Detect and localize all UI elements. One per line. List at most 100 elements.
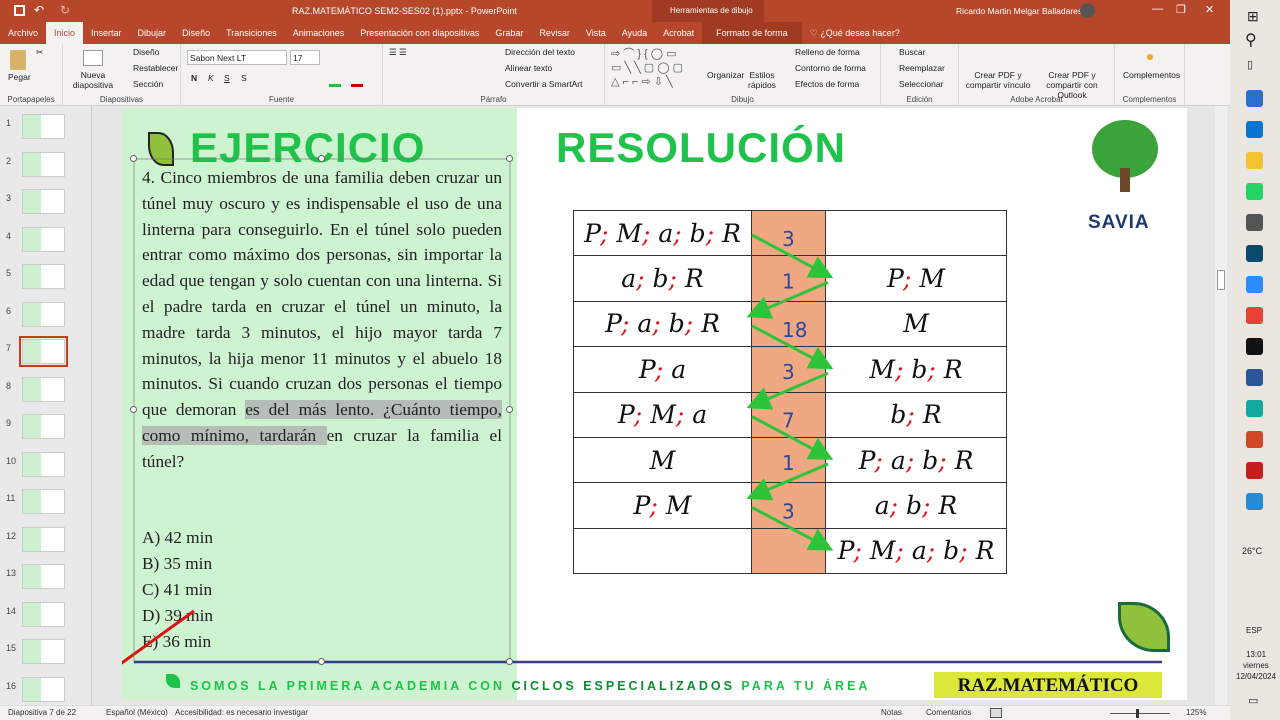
slide-thumbnail[interactable]: [22, 676, 65, 702]
smartart-button[interactable]: Convertir a SmartArt: [505, 79, 582, 89]
restore-icon[interactable]: ❐: [1176, 3, 1186, 16]
tell-me-search[interactable]: ♡ ¿Qué desea hacer?: [802, 22, 908, 44]
vertical-scrollbar[interactable]: [1215, 106, 1227, 705]
text-direction-button[interactable]: Dirección del texto: [505, 47, 575, 57]
normal-view-icon[interactable]: [990, 708, 1002, 718]
shape-fill-button[interactable]: Relleno de forma: [795, 47, 860, 57]
bold-button[interactable]: N: [191, 73, 197, 83]
zoom-slider[interactable]: [1110, 713, 1170, 714]
layout-button[interactable]: Diseño: [133, 47, 159, 57]
close-icon[interactable]: ✕: [1205, 3, 1214, 16]
taskbar-app-icon[interactable]: [1246, 493, 1263, 510]
tab-ayuda[interactable]: Ayuda: [614, 22, 655, 44]
taskbar-app-icon[interactable]: [1246, 245, 1263, 262]
slide-thumbnail[interactable]: [22, 526, 65, 552]
arrange-button[interactable]: Organizar: [707, 70, 744, 80]
taskbar-app-icon[interactable]: [1246, 183, 1263, 200]
tab-inicio[interactable]: Inicio: [46, 22, 84, 44]
save-icon[interactable]: [14, 5, 25, 16]
input-language[interactable]: ESP: [1246, 626, 1262, 635]
zoom-thumb[interactable]: [1136, 709, 1139, 718]
clock-time[interactable]: 13:01: [1246, 650, 1266, 659]
slide-thumbnail[interactable]: [22, 226, 65, 252]
windows-start-icon[interactable]: ⊞: [1247, 8, 1259, 25]
align-text-button[interactable]: Alinear texto: [505, 63, 552, 73]
taskbar-app-icon[interactable]: [1246, 214, 1263, 231]
minimize-icon[interactable]: —: [1152, 3, 1163, 15]
user-name[interactable]: Ricardo Martin Melgar Balladares: [956, 6, 1082, 16]
taskbar-app-icon[interactable]: [1246, 152, 1263, 169]
tab-dibujar[interactable]: Dibujar: [130, 22, 175, 44]
shape-outline-button[interactable]: Contorno de forma: [795, 63, 866, 73]
shapes-gallery[interactable]: ⇨ ⌒ } { ◯ ▭ ▭ ╲ ╲ ▢ ◯ ▢ △ ⌐ ⌐ ⇨ ⇩ ╲: [611, 47, 709, 89]
task-view-icon[interactable]: ▯: [1247, 58, 1253, 71]
tab-revisar[interactable]: Revisar: [531, 22, 578, 44]
italic-button[interactable]: K: [208, 73, 214, 83]
find-button[interactable]: Buscar: [899, 47, 925, 57]
search-icon[interactable]: ⚲: [1245, 30, 1257, 50]
taskbar-app-icon[interactable]: [1246, 121, 1263, 138]
quick-styles-button[interactable]: Estilos rápidos: [745, 70, 779, 90]
reset-button[interactable]: Restablecer: [133, 63, 178, 73]
clock-day[interactable]: viernes: [1243, 661, 1269, 670]
bullets-icon[interactable]: ☰ ☰: [389, 47, 407, 58]
taskbar-app-icon[interactable]: [1246, 307, 1263, 324]
slide-thumbnail[interactable]: [22, 564, 65, 589]
replace-button[interactable]: Reemplazar: [899, 63, 945, 73]
clock-date[interactable]: 12/04/2024: [1236, 672, 1276, 681]
taskbar-app-icon[interactable]: [1246, 369, 1263, 386]
highlight-color-icon[interactable]: [329, 84, 341, 87]
slide-thumbnail[interactable]: [22, 189, 65, 214]
tab-transiciones[interactable]: Transiciones: [218, 22, 285, 44]
slide-thumbnail[interactable]: [22, 114, 65, 139]
comments-button[interactable]: Comentarios: [926, 708, 971, 717]
taskbar-app-icon[interactable]: [1246, 462, 1263, 479]
slide-thumbnail[interactable]: [22, 376, 65, 402]
language-status[interactable]: Español (México): [106, 708, 168, 717]
addins-button[interactable]: Complementos: [1123, 70, 1180, 80]
cut-icon[interactable]: ✂: [36, 47, 43, 58]
tab-vista[interactable]: Vista: [578, 22, 614, 44]
tab-presentacion[interactable]: Presentación con diapositivas: [352, 22, 487, 44]
slide-thumbnail[interactable]: [22, 639, 65, 664]
taskbar-app-icon[interactable]: [1246, 400, 1263, 417]
accessibility-status[interactable]: Accesibilidad: es necesario investigar: [175, 708, 308, 717]
avatar[interactable]: [1080, 3, 1095, 18]
tab-animaciones[interactable]: Animaciones: [285, 22, 353, 44]
new-slide-button[interactable]: Nueva diapositiva: [69, 70, 117, 90]
slide-thumbnail[interactable]: [19, 336, 68, 367]
slide-thumbnail[interactable]: [22, 151, 65, 177]
shadow-button[interactable]: S: [241, 73, 247, 83]
taskbar-app-icon[interactable]: [1246, 90, 1263, 107]
slide-thumbnail[interactable]: [22, 451, 65, 477]
slide-thumbnail[interactable]: [22, 489, 65, 514]
select-button[interactable]: Seleccionar: [899, 79, 943, 89]
shape-effects-button[interactable]: Efectos de forma: [795, 79, 859, 89]
tab-acrobat[interactable]: Acrobat: [655, 22, 702, 44]
slide-thumbnail[interactable]: [22, 264, 65, 289]
font-size-select[interactable]: 17: [290, 50, 320, 65]
slide-thumbnail[interactable]: [22, 301, 65, 327]
font-select[interactable]: Sabon Next LT: [187, 50, 287, 65]
slide-thumbnail[interactable]: [22, 414, 65, 439]
underline-button[interactable]: S: [224, 73, 230, 83]
tab-insertar[interactable]: Insertar: [83, 22, 130, 44]
slide-thumbnail[interactable]: [22, 601, 65, 627]
create-pdf-link-button[interactable]: Crear PDF y compartir vínculo: [963, 70, 1033, 90]
taskbar-app-icon[interactable]: [1246, 431, 1263, 448]
tab-diseno[interactable]: Diseño: [174, 22, 218, 44]
section-button[interactable]: Sección: [133, 79, 163, 89]
zoom-level[interactable]: 125%: [1186, 708, 1206, 717]
redo-icon[interactable]: ↻: [60, 3, 70, 17]
taskbar-app-icon[interactable]: [1246, 338, 1263, 355]
scroll-thumb[interactable]: [1217, 270, 1225, 290]
font-color-icon[interactable]: [351, 84, 363, 87]
tab-formato-de-forma[interactable]: Formato de forma: [702, 22, 802, 44]
tab-archivo[interactable]: Archivo: [0, 22, 46, 44]
undo-icon[interactable]: ↶: [34, 3, 44, 17]
tab-grabar[interactable]: Grabar: [487, 22, 531, 44]
paste-button[interactable]: Pegar: [8, 72, 31, 82]
taskbar-app-icon[interactable]: [1246, 276, 1263, 293]
notifications-icon[interactable]: ▭: [1248, 694, 1258, 707]
notes-button[interactable]: Notas: [881, 708, 902, 717]
